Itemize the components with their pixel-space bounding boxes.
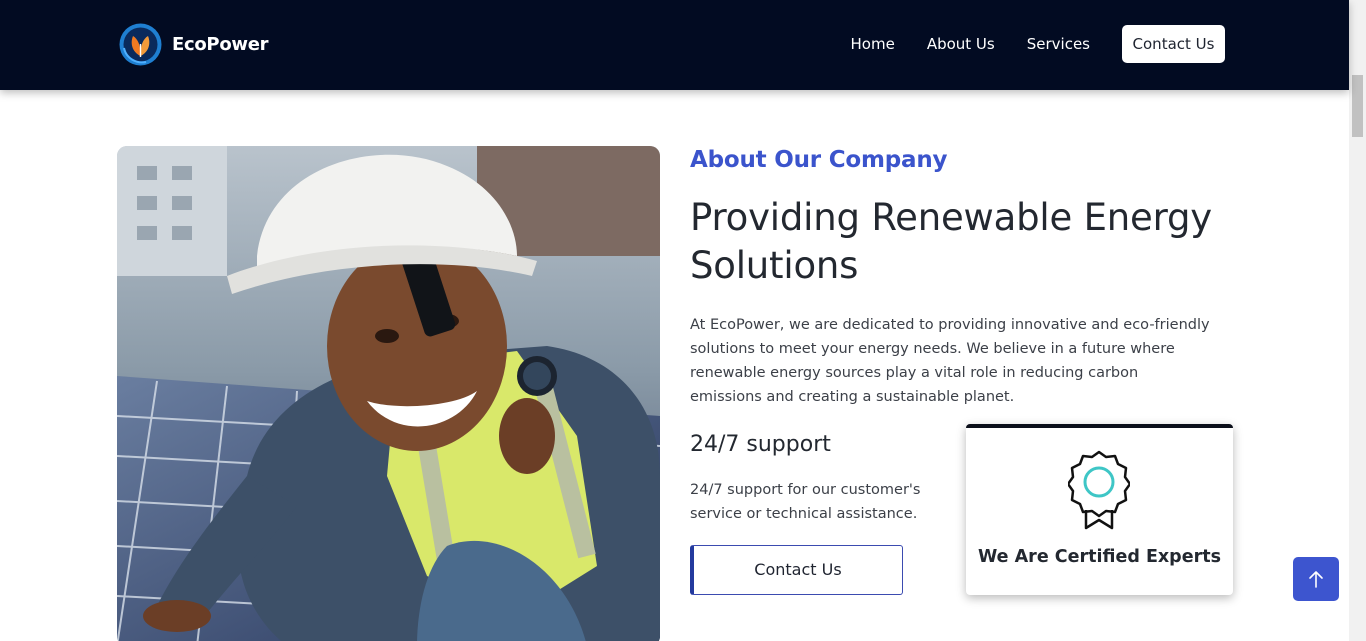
nav-home[interactable]: Home bbox=[851, 25, 895, 63]
main-nav: Home About Us Services Contact Us bbox=[819, 25, 1225, 63]
worker-photo-illustration bbox=[117, 146, 660, 641]
support-text: 24/7 support for our customer's service … bbox=[690, 482, 921, 522]
certified-title: We Are Certified Experts bbox=[978, 547, 1221, 567]
section-eyebrow: About Our Company bbox=[690, 147, 948, 173]
nav-services[interactable]: Services bbox=[1027, 25, 1090, 63]
award-badge-icon bbox=[1068, 450, 1130, 530]
certified-card: We Are Certified Experts bbox=[966, 424, 1233, 595]
brand-name: EcoPower bbox=[172, 34, 269, 55]
back-to-top-button[interactable] bbox=[1293, 557, 1339, 601]
nav-about-us[interactable]: About Us bbox=[927, 25, 995, 63]
contact-us-button[interactable]: Contact Us bbox=[690, 545, 903, 595]
brand[interactable]: EcoPower bbox=[118, 22, 269, 67]
leaf-globe-logo-icon bbox=[119, 23, 162, 66]
scrollbar-thumb[interactable] bbox=[1352, 75, 1363, 137]
support-title: 24/7 support bbox=[690, 432, 831, 457]
page-scrollbar[interactable] bbox=[1349, 0, 1366, 641]
intro-paragraph: At EcoPower, we are dedicated to providi… bbox=[690, 317, 1210, 405]
page: EcoPower Home About Us Services Contact … bbox=[0, 0, 1366, 641]
nav-contact-button[interactable]: Contact Us bbox=[1122, 25, 1225, 63]
navbar: EcoPower Home About Us Services Contact … bbox=[0, 0, 1349, 90]
hero-photo bbox=[117, 146, 660, 641]
arrow-up-icon bbox=[1309, 571, 1323, 588]
page-title: Providing Renewable Energy Solutions bbox=[690, 196, 1212, 287]
